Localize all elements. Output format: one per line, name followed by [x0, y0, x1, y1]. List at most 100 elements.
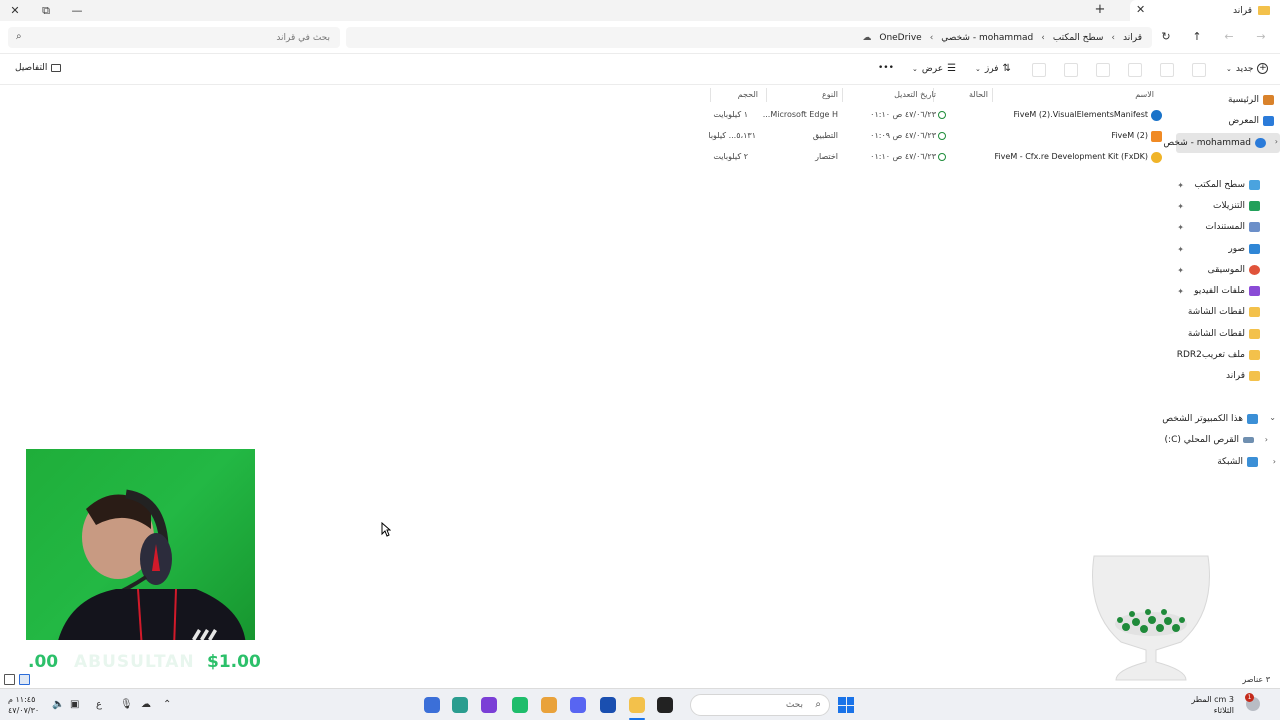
- crumb-onedrive[interactable]: OneDrive: [879, 33, 921, 43]
- taskbar-app-1[interactable]: [424, 697, 440, 713]
- language-indicator[interactable]: ع: [96, 699, 102, 710]
- nav-item-home[interactable]: الرئيسية: [1228, 90, 1274, 110]
- tab-close-icon[interactable]: ✕: [1136, 3, 1145, 16]
- nav-item-music[interactable]: الموسيقى: [1208, 260, 1260, 280]
- rename-icon[interactable]: [1096, 63, 1110, 77]
- close-window-button[interactable]: ✕: [0, 0, 30, 21]
- breadcrumb[interactable]: قراند › سطح المكتب › mohammad - شخصي › O…: [346, 27, 1152, 48]
- more-icon: •••: [878, 63, 894, 73]
- file-size: ١ كيلوبايت: [713, 110, 748, 119]
- nav-item-screenshots-2[interactable]: لقطات الشاشة: [1188, 324, 1260, 344]
- chevron-down-icon[interactable]: ⌄: [1269, 413, 1276, 422]
- more-button[interactable]: •••: [878, 63, 894, 73]
- nav-item-gallery[interactable]: المعرض: [1228, 111, 1274, 131]
- nav-item-onedrive[interactable]: mohammad - شخص: [1163, 133, 1266, 153]
- chevron-up-icon[interactable]: ⌃: [163, 699, 171, 710]
- minimize-icon: —: [71, 4, 83, 17]
- refresh-icon: ↻: [1161, 30, 1171, 43]
- up-button[interactable]: ↑: [1188, 29, 1206, 47]
- terminal-icon[interactable]: [657, 697, 673, 713]
- cut-icon[interactable]: [1192, 63, 1206, 77]
- desktop-icon: [1249, 180, 1260, 190]
- taskbar-app-4[interactable]: [512, 697, 528, 713]
- tab-title: قراند: [1233, 5, 1252, 16]
- file-modified: ٤٧/٠٦/٢٣ ص ٠١:١٠: [870, 110, 936, 119]
- details-view-icon[interactable]: [19, 674, 30, 685]
- column-header-status[interactable]: الحالة: [969, 90, 988, 99]
- pin-icon[interactable]: ✦: [1177, 181, 1184, 190]
- pin-icon[interactable]: ✦: [1177, 266, 1184, 275]
- chevron-right-icon[interactable]: ›: [1265, 435, 1268, 444]
- microphone-icon[interactable]: 🎙: [120, 699, 133, 710]
- taskbar-app-3[interactable]: [481, 697, 497, 713]
- back-button[interactable]: →: [1252, 29, 1270, 47]
- tiles-view-icon[interactable]: [4, 674, 15, 685]
- pictures-icon: [1249, 244, 1260, 254]
- store-icon[interactable]: [600, 697, 616, 713]
- forward-button[interactable]: ←: [1220, 29, 1238, 47]
- file-explorer-icon[interactable]: [629, 697, 645, 713]
- folder-icon: [1249, 371, 1260, 381]
- column-header-type[interactable]: النوع: [822, 90, 838, 99]
- minimize-window-button[interactable]: —: [62, 0, 92, 21]
- system-clock[interactable]: ١١:٤٥ م ٤٧/٠٧/٣٠: [8, 694, 39, 716]
- nav-item-network[interactable]: الشبكة: [1217, 452, 1258, 472]
- discord-icon[interactable]: [570, 697, 586, 713]
- table-row[interactable]: FiveM - Cfx.re Development Kit (FxDK) ٤٧…: [700, 148, 1168, 168]
- table-row[interactable]: FiveM (2) ٤٧/٠٦/٢٣ ص ٠١:٠٩ التطبيق ٥،١٣١…: [700, 127, 1168, 147]
- nav-item-downloads[interactable]: التنزيلات: [1213, 196, 1260, 216]
- network-tray-icon[interactable]: ▣: [70, 699, 79, 710]
- paste-icon[interactable]: [1128, 63, 1142, 77]
- column-header-size[interactable]: الحجم: [738, 90, 758, 99]
- tab-grand[interactable]: قراند ✕: [1130, 0, 1280, 21]
- new-tab-button[interactable]: +: [1092, 2, 1108, 18]
- nav-item-rdr2-arabic[interactable]: ملف تعريبRDR2: [1177, 345, 1260, 365]
- cloud-icon: ☁: [862, 32, 872, 43]
- crumb-personal[interactable]: mohammad - شخصي: [941, 33, 1033, 43]
- taskbar-search[interactable]: بحث ⌕: [690, 694, 830, 716]
- search-input[interactable]: بحث في قراند ⌕: [8, 27, 340, 48]
- speaker-icon[interactable]: 🔈: [52, 699, 64, 710]
- new-button[interactable]: ⌄ جديد +: [1226, 63, 1269, 74]
- file-name: FiveM (2).VisualElementsManifest: [1013, 110, 1148, 119]
- column-header-modified[interactable]: تاريخ التعديل: [894, 90, 936, 99]
- nav-item-videos[interactable]: ملفات الفيديو: [1194, 281, 1260, 301]
- onedrive-tray-icon[interactable]: ☁: [141, 699, 151, 710]
- refresh-button[interactable]: ↻: [1157, 29, 1175, 47]
- crumb-desktop[interactable]: سطح المكتب: [1053, 33, 1104, 43]
- nav-item-pictures[interactable]: صور: [1228, 239, 1260, 259]
- nav-item-documents[interactable]: المستندات: [1205, 217, 1260, 237]
- nav-item-screenshots[interactable]: لقطات الشاشة: [1188, 302, 1260, 322]
- restore-window-button[interactable]: ⧉: [31, 0, 61, 21]
- windows-logo-icon: [838, 697, 846, 705]
- sort-button[interactable]: ⌄ فرز ⇅: [975, 63, 1011, 74]
- nav-item-this-pc[interactable]: هذا الكمبيوتر الشخص: [1162, 409, 1258, 429]
- taskbar-app-2[interactable]: [452, 697, 468, 713]
- address-row: بحث في قراند ⌕ قراند › سطح المكتب › moha…: [0, 21, 1280, 54]
- chrome-icon[interactable]: [541, 697, 557, 713]
- file-size: ٥،١٣١... كيلوبا: [708, 131, 756, 140]
- pin-icon[interactable]: ✦: [1177, 287, 1184, 296]
- nav-item-grand[interactable]: قراند: [1226, 366, 1260, 386]
- pin-icon[interactable]: ✦: [1177, 245, 1184, 254]
- start-button[interactable]: [838, 697, 854, 713]
- nav-item-local-disk[interactable]: القرص المحلي (C:): [1165, 430, 1254, 450]
- chevron-right-icon[interactable]: ›: [1275, 137, 1278, 146]
- arrow-right-icon: ←: [1224, 30, 1234, 43]
- weather-widget[interactable]: 3 cm المطر الثلاثاء: [1191, 694, 1234, 716]
- copy-icon[interactable]: [1160, 63, 1174, 77]
- close-icon: ✕: [10, 4, 20, 17]
- column-header-name[interactable]: الاسم: [1135, 90, 1154, 99]
- nav-item-desktop[interactable]: سطح المكتب: [1194, 175, 1260, 195]
- table-row[interactable]: FiveM (2).VisualElementsManifest ٤٧/٠٦/٢…: [700, 106, 1168, 126]
- delete-icon[interactable]: [1032, 63, 1046, 77]
- share-icon[interactable]: [1064, 63, 1078, 77]
- crumb-grand[interactable]: قراند: [1123, 33, 1142, 43]
- view-button[interactable]: ⌄ عرض ☰: [912, 63, 956, 74]
- pin-icon[interactable]: ✦: [1177, 202, 1184, 211]
- mouse-cursor-icon: [381, 522, 391, 537]
- chevron-right-icon[interactable]: ›: [1273, 457, 1276, 466]
- details-button[interactable]: التفاصيل: [15, 63, 62, 73]
- synced-icon: [938, 153, 946, 161]
- pin-icon[interactable]: ✦: [1177, 223, 1184, 232]
